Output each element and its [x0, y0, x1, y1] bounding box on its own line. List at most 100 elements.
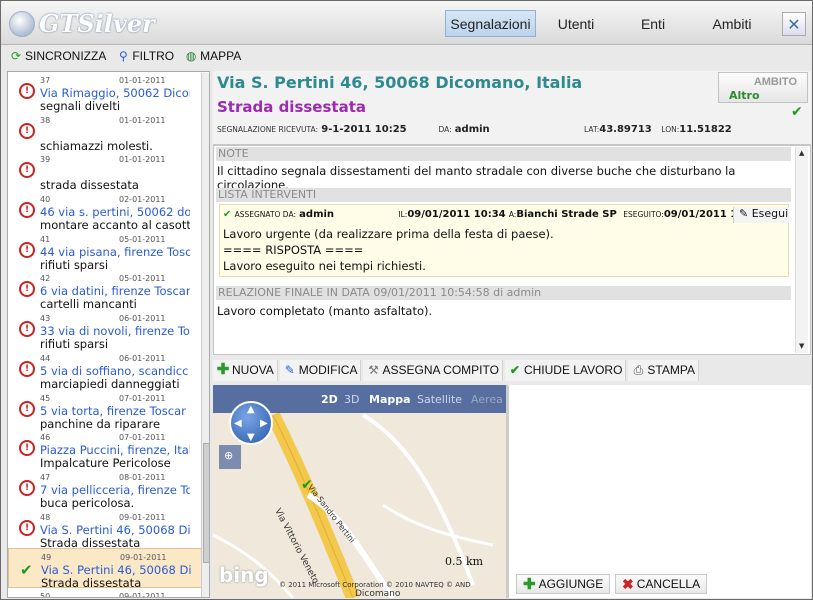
map-type-road[interactable]: Mappa — [369, 393, 411, 406]
item-date: 06-01-2011 — [119, 314, 166, 324]
scroll-down-icon[interactable]: ▼ — [799, 342, 804, 350]
alert-clock-icon: ! — [19, 400, 35, 417]
map-type-satellite[interactable]: Satellite — [417, 393, 462, 406]
execute-button[interactable]: ✎ Esegui — [733, 207, 789, 223]
map-pan-control[interactable]: ▲ ▼ ◀ ▶ — [229, 401, 273, 445]
pan-left-icon[interactable]: ◀ — [234, 418, 242, 429]
alert-clock-icon: ! — [19, 519, 35, 536]
wrench-icon: ⚒ — [368, 363, 379, 377]
cancel-button[interactable]: ✖ CANCELLA — [615, 574, 708, 594]
item-address: 5 via di soffiano, scandicc — [40, 363, 189, 378]
final-report-text: Lavoro completato (manto asfaltato). — [217, 304, 433, 318]
assign-task-button[interactable]: ⚒ ASSEGNA COMPITO — [363, 359, 503, 381]
item-number: 44 — [40, 353, 51, 363]
report-address: Via S. Pertini 46, 50068 Dicomano, Itali… — [217, 73, 583, 92]
map-scale: 0.5 km — [445, 555, 484, 568]
add-button[interactable]: ✚ AGGIUNGE — [516, 574, 611, 594]
sync-icon: ⟳ — [10, 49, 22, 63]
list-scroll-thumb[interactable] — [203, 443, 209, 563]
map-button[interactable]: ◍ MAPPA — [180, 46, 245, 66]
item-date: 06-01-2011 — [119, 353, 166, 363]
pan-up-icon[interactable]: ▲ — [247, 404, 255, 415]
lon-label: LON: — [661, 125, 680, 134]
list-item[interactable]: ! 46 07-01-2011 Piazza Puccini, firenze, It… — [8, 429, 209, 470]
final-report-header: RELAZIONE FINALE IN DATA 09/01/2011 10:5… — [216, 286, 791, 300]
item-number: 50 — [40, 591, 51, 598]
app-logo: GTSilver — [9, 9, 155, 38]
list-scrollbar[interactable] — [201, 73, 209, 597]
pan-right-icon[interactable]: ▶ — [260, 418, 268, 429]
item-address: 6 via datini, firenze Toscar — [40, 284, 190, 299]
scroll-up-icon[interactable]: ▲ — [799, 149, 804, 157]
new-button[interactable]: ✚ NUOVA — [213, 359, 278, 381]
pencil-icon: ✎ — [284, 363, 295, 377]
list-item[interactable]: ! 42 05-01-2011 6 via datini, firenze Tosca… — [8, 270, 209, 311]
list-item[interactable]: ! 43 06-01-2011 33 via di novoli, firenze T… — [8, 310, 209, 351]
edit-button[interactable]: ✎ MODIFICA — [279, 359, 362, 381]
item-number: 40 — [40, 195, 51, 205]
item-address: Piazza Puccini, firenze, Ital — [40, 443, 190, 458]
tab-segnalazioni[interactable]: Segnalazioni — [445, 10, 536, 37]
map-zoom-control[interactable]: ⊕ — [219, 445, 241, 469]
alert-clock-icon: ! — [19, 122, 35, 139]
check-icon: ✔ — [20, 561, 33, 580]
list-item[interactable]: ! 37 01-01-2011 Via Rimaggio, 50062 Dicor se… — [8, 72, 209, 113]
close-button[interactable]: ✕ — [782, 12, 806, 36]
item-address: 44 via pisana, firenze Tosc — [40, 244, 190, 259]
list-item[interactable]: ! 47 08-01-2011 7 via pellicceria, firenze … — [8, 469, 209, 510]
alert-clock-icon: ! — [19, 321, 35, 338]
map-type-aerial[interactable]: Aerea — [471, 393, 503, 406]
received-label: SEGNALAZIONE RICEVUTA: — [217, 125, 319, 134]
intervention-line-3: Lavoro eseguito nei tempi richiesti. — [223, 259, 426, 273]
print-button[interactable]: ⎙ STAMPA — [628, 359, 699, 381]
close-work-button[interactable]: ✔ CHIUDE LAVORO — [504, 359, 627, 381]
list-item[interactable]: ! 44 06-01-2011 5 via di soffiano, scandicc… — [8, 350, 209, 391]
list-item[interactable]: ! 39 01-01-2011 strada dissestata — [8, 151, 209, 192]
detail-panel: Via S. Pertini 46, 50068 Dicomano, Itali… — [213, 71, 811, 598]
item-date: 09-01-2011 — [120, 553, 167, 563]
sync-button[interactable]: ⟳ SINCRONIZZA — [5, 46, 110, 66]
lat-value: 43.89713 — [599, 124, 652, 135]
place-label: Dicomano — [355, 589, 401, 598]
list-item[interactable]: ! 45 07-01-2011 5 via torta, firenze Toscar… — [8, 390, 209, 431]
zoom-in-icon[interactable]: ⊕ — [224, 449, 233, 462]
item-date: 09-01-2011 — [119, 512, 166, 522]
item-date: 01-01-2011 — [119, 76, 166, 85]
item-address: 7 via pellicceria, firenze To — [40, 482, 190, 497]
item-number: 49 — [41, 553, 52, 563]
alert-clock-icon: ! — [19, 202, 35, 219]
item-address: Via S. Pertini 46, 50068 Di — [40, 522, 190, 537]
item-address: Via Rimaggio, 50062 Dicor — [40, 86, 190, 100]
lat-label: LAT: — [584, 125, 600, 134]
item-number: 43 — [40, 314, 51, 324]
alert-clock-icon: ! — [19, 241, 35, 258]
map-mode-2d[interactable]: 2D — [321, 393, 338, 406]
lon-value: 11.51822 — [679, 124, 732, 135]
item-address: 46 via s. pertini, 50062 do — [40, 205, 190, 220]
alert-clock-icon: ! — [19, 83, 35, 99]
note-section-header: NOTE — [216, 147, 791, 161]
list-item[interactable]: ! 40 02-01-2011 46 via s. pertini, 50062 do… — [8, 191, 209, 232]
tab-ambiti[interactable]: Ambiti — [695, 10, 769, 37]
pan-down-icon[interactable]: ▼ — [247, 432, 255, 443]
list-item[interactable]: ! 41 05-01-2011 44 via pisana, firenze Tosc… — [8, 231, 209, 272]
list-item[interactable]: ! 48 09-01-2011 Via S. Pertini 46, 50068 Di… — [8, 509, 209, 550]
plus-icon: ✚ — [216, 361, 230, 378]
map-view[interactable]: 2D 3D Mappa Satellite Aerea ⊕ ▲ ▼ ◀ ▶ ✔ … — [213, 385, 506, 598]
received-value: 9-1-2011 10:25 — [321, 124, 407, 135]
item-number: 48 — [40, 512, 51, 522]
interventions-section-header: LISTA INTERVENTI — [216, 188, 791, 202]
item-date: 01-01-2011 — [119, 115, 166, 125]
status-check-icon: ✔ — [791, 104, 803, 120]
item-address: 33 via di novoli, firenze To — [40, 324, 190, 339]
list-item[interactable]: !5009-01-2011 — [8, 588, 209, 598]
map-mode-3d[interactable]: 3D — [344, 393, 359, 406]
tab-enti[interactable]: Enti — [621, 10, 685, 37]
list-item[interactable]: ✔ 49 09-01-2011 Via S. Pertini 46, 50068 Di… — [8, 548, 209, 590]
detail-scrollbar[interactable]: ▲ ▼ — [795, 147, 808, 353]
tab-utenti[interactable]: Utenti — [541, 10, 611, 37]
list-item[interactable]: ! 38 01-01-2011 schiamazzi molesti. — [8, 112, 209, 153]
filter-button[interactable]: ⚲ FILTRO — [112, 46, 178, 66]
item-number: 46 — [40, 433, 51, 443]
alert-clock-icon: ! — [19, 360, 35, 377]
